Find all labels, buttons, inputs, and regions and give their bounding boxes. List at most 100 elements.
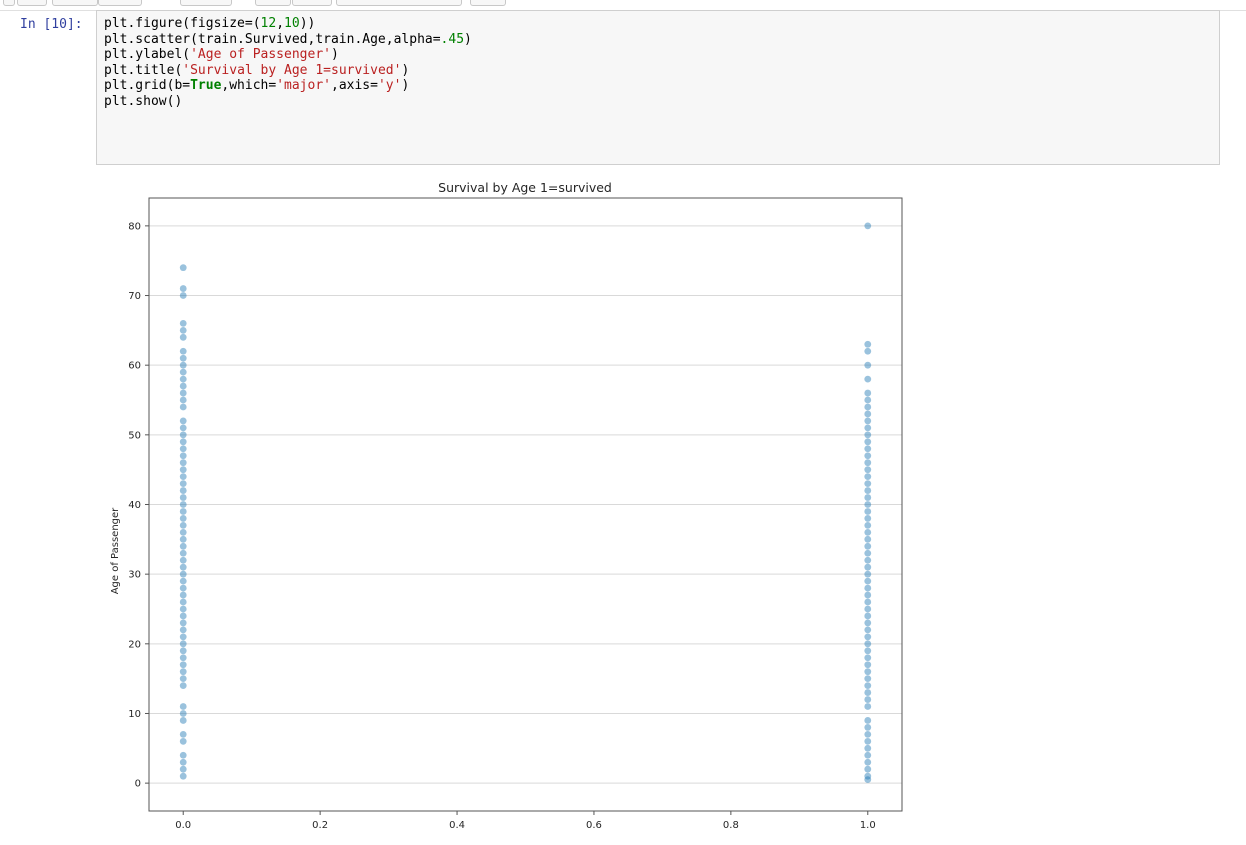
- scatter-point: [179, 354, 187, 362]
- code-text[interactable]: plt.figure(figsize=(12,10)) plt.scatter(t…: [104, 16, 472, 109]
- y-tick-label: 60: [128, 361, 141, 372]
- code-token: plt.title(: [104, 62, 183, 78]
- scatter-point: [864, 703, 872, 710]
- x-tick-label: 0.6: [586, 820, 602, 831]
- scatter-point: [179, 389, 187, 397]
- scatter-point: [179, 487, 187, 494]
- scatter-point: [864, 765, 872, 773]
- toolbar-button[interactable]: [3, 0, 15, 6]
- scatter-point: [179, 361, 187, 369]
- scatter-point: [179, 403, 187, 411]
- scatter-point: [864, 751, 872, 759]
- scatter-point: [864, 438, 872, 446]
- code-token: ,axis=: [331, 78, 378, 93]
- scatter-point: [179, 473, 187, 481]
- y-tick-label: 50: [128, 430, 141, 441]
- grid-lines: [149, 225, 902, 784]
- scatter-point: [179, 758, 187, 766]
- scatter-point: [179, 772, 187, 780]
- code-line: plt.grid(b=True,which='major',axis='y'): [104, 78, 472, 94]
- toolbar-button[interactable]: [292, 0, 332, 6]
- scatter-point: [864, 508, 872, 515]
- scatter-point: [864, 563, 872, 571]
- toolbar-button[interactable]: [52, 0, 98, 6]
- scatter-point: [864, 549, 872, 557]
- code-token: plt.grid(b=: [104, 78, 191, 93]
- scatter-point: [864, 542, 872, 550]
- scatter-point: [179, 452, 187, 460]
- scatter-point: [864, 577, 872, 585]
- scatter-point: [864, 591, 872, 599]
- scatter-point: [179, 668, 187, 676]
- code-token: 12: [260, 16, 277, 31]
- scatter-point: [179, 292, 187, 299]
- scatter-point: [179, 661, 187, 669]
- data-points: [179, 222, 872, 784]
- scatter-point: [179, 431, 187, 439]
- scatter-point: [179, 285, 187, 292]
- scatter-point: [179, 480, 187, 488]
- scatter-point: [179, 591, 187, 599]
- scatter-point: [179, 508, 187, 515]
- input-prompt: In [10]:: [20, 17, 83, 32]
- scatter-point: [179, 417, 187, 425]
- scatter-point: [179, 347, 187, 355]
- code-token: .45: [440, 31, 465, 47]
- scatter-point: [864, 744, 872, 752]
- scatter-point: [179, 445, 187, 453]
- scatter-point: [179, 640, 187, 648]
- scatter-point: [179, 598, 187, 606]
- scatter-point: [864, 528, 872, 536]
- code-token: plt.scatter(train.Survived,train.Age,alp…: [104, 31, 441, 47]
- scatter-point: [179, 737, 187, 745]
- scatter-point: [864, 682, 872, 690]
- scatter-point: [179, 633, 187, 641]
- code-token: plt.show(): [104, 93, 183, 109]
- scatter-point: [864, 556, 872, 564]
- scatter-point: [864, 661, 872, 669]
- x-tick-label: 0.8: [723, 820, 739, 831]
- toolbar-button[interactable]: [180, 0, 232, 6]
- scatter-point: [864, 535, 872, 543]
- scatter-point: [179, 494, 187, 501]
- code-line: plt.scatter(train.Survived,train.Age,alp…: [104, 32, 472, 48]
- y-tick-label: 10: [128, 709, 141, 720]
- scatter-point: [179, 626, 187, 634]
- code-token: 'Age of Passenger': [190, 47, 331, 62]
- scatter-point: [179, 730, 187, 738]
- scatter-point: [864, 584, 872, 592]
- cell-type-select[interactable]: [336, 0, 462, 6]
- code-token: ,which=: [221, 78, 277, 93]
- code-token: 10: [284, 16, 300, 31]
- scatter-point: [179, 556, 187, 564]
- scatter-point: [864, 647, 872, 655]
- y-tick-label: 40: [128, 500, 141, 511]
- scatter-point: [179, 396, 187, 404]
- scatter-point: [179, 542, 187, 550]
- toolbar-button[interactable]: [17, 0, 47, 6]
- scatter-point: [864, 410, 872, 418]
- scatter-point: [864, 466, 872, 474]
- code-cell-editor[interactable]: plt.figure(figsize=(12,10)) plt.scatter(t…: [96, 10, 1220, 165]
- scatter-point: [864, 668, 872, 676]
- toolbar-button[interactable]: [470, 0, 506, 6]
- toolbar-button[interactable]: [255, 0, 291, 6]
- toolbar-button[interactable]: [98, 0, 142, 6]
- scatter-point: [179, 466, 187, 474]
- scatter-point: [179, 382, 187, 390]
- scatter-point: [864, 445, 872, 453]
- code-token: ): [401, 78, 410, 93]
- scatter-point: [864, 501, 872, 508]
- code-token: plt.ylabel(: [104, 47, 191, 62]
- scatter-point: [864, 612, 872, 620]
- scatter-point: [864, 730, 872, 738]
- scatter-point: [179, 368, 187, 376]
- y-axis-label: Age of Passenger: [110, 507, 121, 594]
- scatter-point: [864, 459, 872, 467]
- scatter-point: [864, 605, 872, 613]
- scatter-point: [179, 612, 187, 620]
- scatter-point: [864, 633, 872, 641]
- code-token: True: [190, 78, 222, 93]
- scatter-point: [179, 501, 187, 508]
- scatter-point: [864, 640, 872, 648]
